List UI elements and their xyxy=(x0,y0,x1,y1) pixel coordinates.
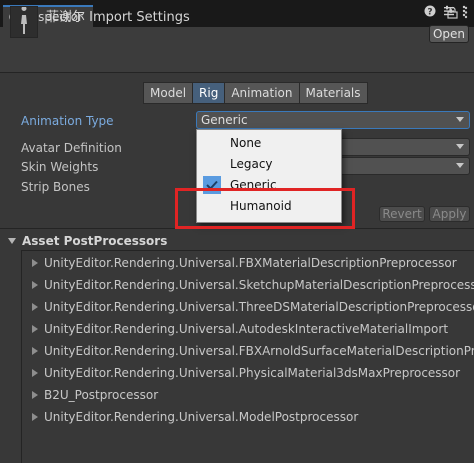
sliders-icon[interactable] xyxy=(443,5,455,20)
triangle-right-icon xyxy=(32,391,38,399)
list-item[interactable]: UnityEditor.Rendering.Universal.Autodesk… xyxy=(32,320,448,338)
chevron-down-icon xyxy=(456,117,464,122)
inspector-header xyxy=(0,27,474,73)
help-icon[interactable]: ? xyxy=(424,5,436,20)
apply-button[interactable]: Apply xyxy=(429,206,470,222)
triangle-right-icon xyxy=(32,281,38,289)
triangle-down-icon xyxy=(8,238,16,244)
header-icons: ? xyxy=(424,5,466,20)
list-item[interactable]: UnityEditor.Rendering.Universal.Sketchup… xyxy=(32,276,474,294)
tab-animation[interactable]: Animation xyxy=(224,82,300,104)
menu-item-legacy[interactable]: Legacy xyxy=(197,154,343,174)
avatar-definition-dropdown[interactable] xyxy=(340,138,470,156)
import-settings-tabs: Model Rig Animation Materials xyxy=(143,82,368,104)
triangle-right-icon xyxy=(32,325,38,333)
list-item[interactable]: UnityEditor.Rendering.Universal.FBXArnol… xyxy=(32,342,474,360)
menu-item-none[interactable]: None xyxy=(197,133,343,153)
list-item[interactable]: UnityEditor.Rendering.Universal.FBXMater… xyxy=(32,254,457,272)
triangle-right-icon xyxy=(32,413,38,421)
postprocessors-foldout[interactable]: Asset PostProcessors xyxy=(8,234,167,248)
chevron-down-icon xyxy=(456,144,464,149)
list-item[interactable]: UnityEditor.Rendering.Universal.ModelPos… xyxy=(32,408,358,426)
triangle-right-icon xyxy=(32,347,38,355)
animation-type-dropdown[interactable]: Generic xyxy=(196,111,470,129)
kebab-menu-icon[interactable] xyxy=(462,5,466,20)
list-item[interactable]: B2U_Postprocessor xyxy=(32,386,158,404)
animation-type-value: Generic xyxy=(201,113,248,127)
postprocessors-heading: Asset PostProcessors xyxy=(22,234,168,248)
triangle-right-icon xyxy=(32,259,38,267)
page-title: 菲谢尔 Import Settings xyxy=(46,10,190,25)
chevron-down-icon xyxy=(456,163,464,168)
skin-weights-dropdown[interactable] xyxy=(340,157,470,175)
model-thumbnail-icon xyxy=(10,6,38,38)
list-item[interactable]: UnityEditor.Rendering.Universal.ThreeDSM… xyxy=(32,298,474,316)
triangle-right-icon xyxy=(32,303,38,311)
tab-model[interactable]: Model xyxy=(143,82,194,104)
postprocessors-list: UnityEditor.Rendering.Universal.FBXMater… xyxy=(21,250,474,463)
svg-text:?: ? xyxy=(427,8,432,18)
animation-type-label: Animation Type xyxy=(21,114,114,128)
skin-weights-label: Skin Weights xyxy=(21,160,99,174)
revert-button[interactable]: Revert xyxy=(379,206,425,222)
avatar-definition-label: Avatar Definition xyxy=(21,141,122,155)
tab-rig[interactable]: Rig xyxy=(192,82,226,104)
open-button[interactable]: Open xyxy=(429,25,469,43)
tab-materials[interactable]: Materials xyxy=(298,82,368,104)
strip-bones-label: Strip Bones xyxy=(21,180,90,194)
triangle-right-icon xyxy=(32,369,38,377)
highlight-box xyxy=(175,188,355,229)
list-item[interactable]: UnityEditor.Rendering.Universal.Physical… xyxy=(32,364,460,382)
